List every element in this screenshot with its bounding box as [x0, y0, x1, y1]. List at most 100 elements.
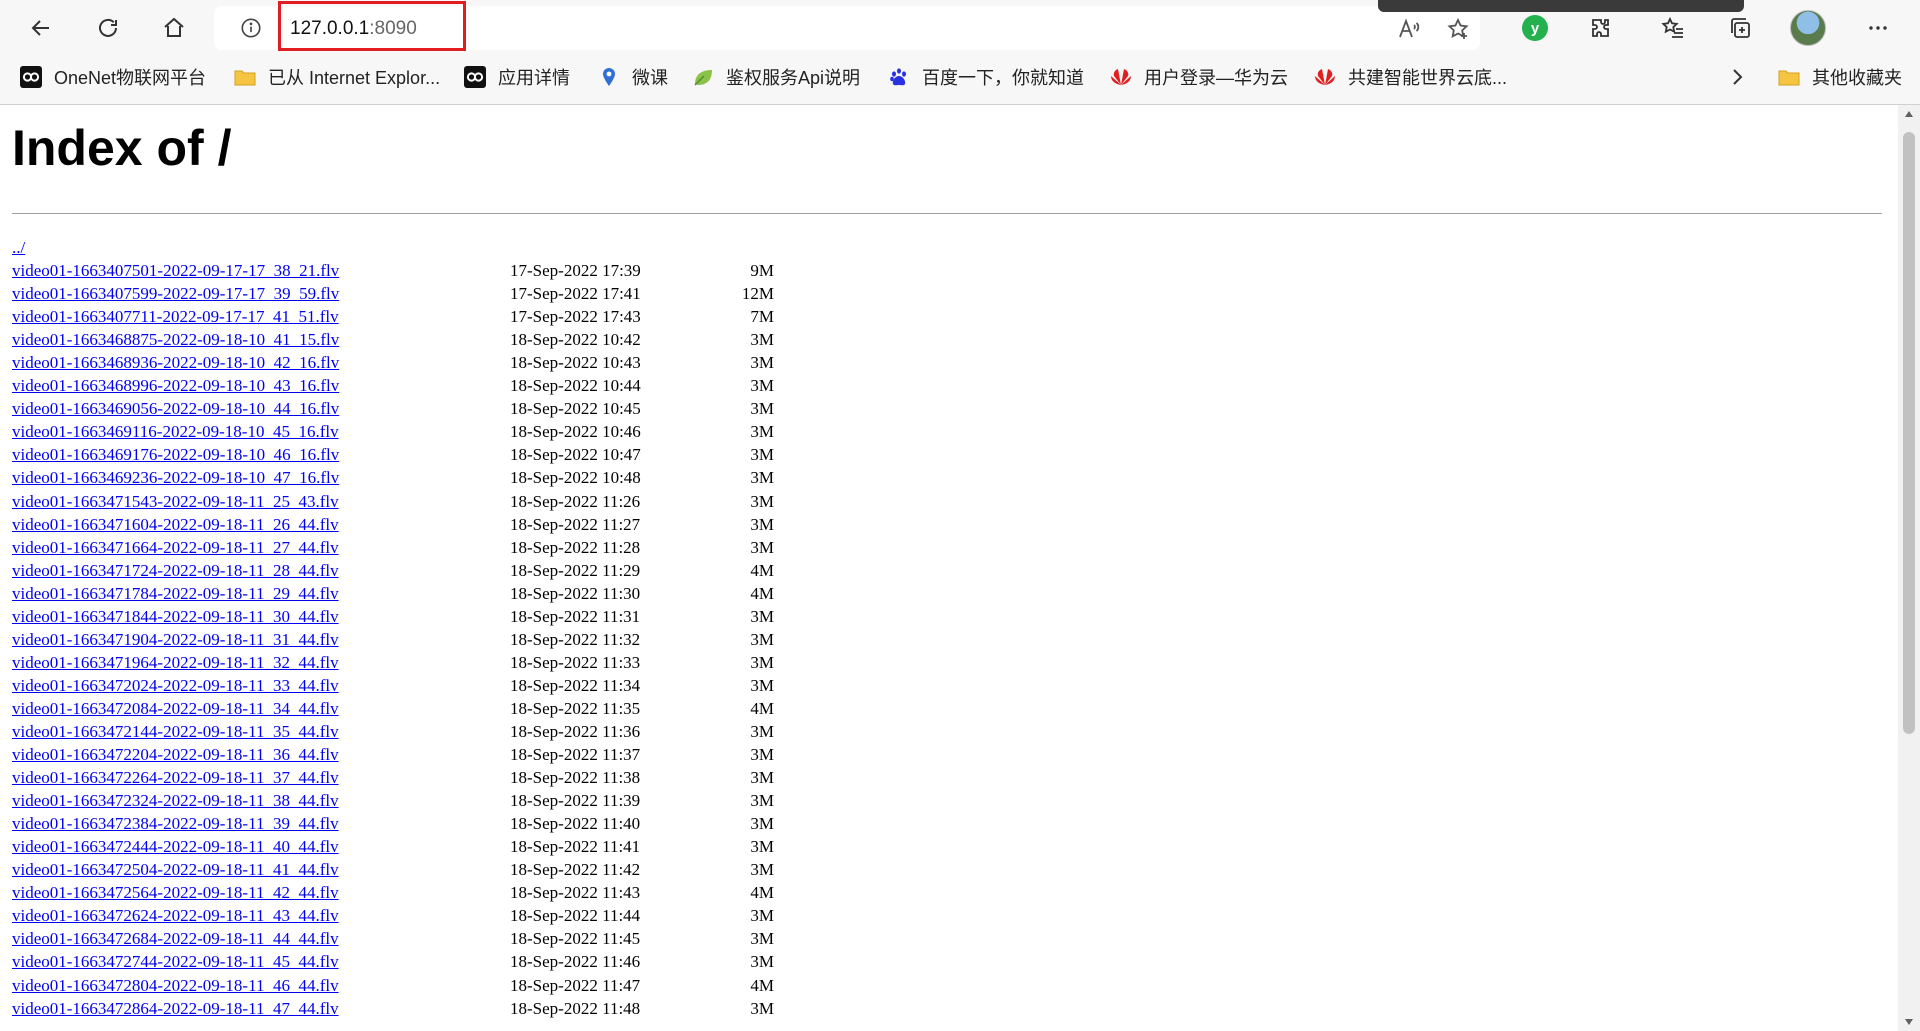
collections-button[interactable]: [1721, 9, 1759, 47]
scroll-up-button[interactable]: [1898, 105, 1920, 123]
file-row: video01-1663469176-2022-09-18-10_46_16.f…: [12, 443, 774, 466]
file-link[interactable]: video01-1663471664-2022-09-18-11_27_44.f…: [12, 538, 339, 557]
site-info-icon[interactable]: [240, 17, 262, 39]
file-link[interactable]: video01-1663472264-2022-09-18-11_37_44.f…: [12, 768, 339, 787]
more-dots-icon: [1869, 26, 1887, 30]
bookmark-ie-folder[interactable]: 已从 Internet Explor...: [234, 63, 440, 91]
file-row: video01-1663472744-2022-09-18-11_45_44.f…: [12, 950, 774, 973]
file-link[interactable]: video01-1663469176-2022-09-18-10_46_16.f…: [12, 445, 339, 464]
add-favorite-button[interactable]: [1443, 14, 1473, 44]
bookmark-label: 共建智能世界云底...: [1348, 68, 1508, 88]
arrow-left-icon: [31, 20, 49, 36]
file-date: 18-Sep-2022 11:29: [510, 560, 641, 580]
file-link[interactable]: video01-1663472384-2022-09-18-11_39_44.f…: [12, 814, 339, 833]
file-size: 3M: [750, 837, 774, 857]
file-row: video01-1663468936-2022-09-18-10_42_16.f…: [12, 351, 774, 374]
parent-directory-link[interactable]: ../: [12, 238, 25, 257]
file-row: video01-1663472444-2022-09-18-11_40_44.f…: [12, 835, 774, 858]
file-size: 3M: [750, 399, 774, 419]
file-link[interactable]: video01-1663471844-2022-09-18-11_30_44.f…: [12, 607, 339, 626]
file-size: 3M: [750, 814, 774, 834]
profile-button[interactable]: [1789, 9, 1827, 47]
file-date: 18-Sep-2022 11:30: [510, 583, 641, 603]
vertical-scrollbar[interactable]: [1898, 105, 1920, 1031]
file-link[interactable]: video01-1663468996-2022-09-18-10_43_16.f…: [12, 376, 339, 395]
file-link[interactable]: video01-1663407599-2022-09-17-17_39_59.f…: [12, 284, 339, 303]
file-link[interactable]: video01-1663472564-2022-09-18-11_42_44.f…: [12, 883, 339, 902]
refresh-icon: [99, 18, 117, 37]
file-link[interactable]: video01-1663468875-2022-09-18-10_41_15.f…: [12, 330, 339, 349]
file-date: 18-Sep-2022 11:35: [510, 698, 641, 718]
triangle-up-icon: [1905, 111, 1913, 117]
file-link[interactable]: video01-1663472504-2022-09-18-11_41_44.f…: [12, 860, 339, 879]
file-row: video01-1663471543-2022-09-18-11_25_43.f…: [12, 490, 774, 513]
reload-button[interactable]: [89, 9, 127, 47]
file-link[interactable]: video01-1663472024-2022-09-18-11_33_44.f…: [12, 676, 339, 695]
file-link[interactable]: video01-1663469116-2022-09-18-10_45_16.f…: [12, 422, 339, 441]
bookmark-weike[interactable]: 微课: [598, 63, 668, 91]
file-row: video01-1663469236-2022-09-18-10_47_16.f…: [12, 466, 774, 489]
file-link[interactable]: video01-1663471604-2022-09-18-11_26_44.f…: [12, 515, 339, 534]
scrollbar-thumb[interactable]: [1903, 132, 1915, 734]
file-date: 18-Sep-2022 11:32: [510, 629, 641, 649]
file-link[interactable]: video01-1663468936-2022-09-18-10_42_16.f…: [12, 353, 339, 372]
bookmark-onenet[interactable]: OneNet物联网平台: [20, 63, 206, 91]
bookmarks-overflow-button[interactable]: [1726, 63, 1748, 91]
more-menu-button[interactable]: [1859, 9, 1897, 47]
address-bar[interactable]: 127.0.0.1:8090: [214, 1, 1480, 51]
file-link[interactable]: video01-1663469056-2022-09-18-10_44_16.f…: [12, 399, 339, 418]
bookmark-baidu[interactable]: 百度一下，你就知道: [888, 63, 1084, 91]
url-text[interactable]: 127.0.0.1:8090: [290, 18, 417, 40]
file-size: 3M: [750, 606, 774, 626]
page-title: Index of /: [12, 120, 232, 176]
file-link[interactable]: video01-1663471904-2022-09-18-11_31_44.f…: [12, 630, 339, 649]
home-button[interactable]: [155, 9, 193, 47]
file-size: 3M: [750, 721, 774, 741]
file-link[interactable]: video01-1663472144-2022-09-18-11_35_44.f…: [12, 722, 339, 741]
extensions-button[interactable]: [1582, 9, 1620, 47]
file-link[interactable]: video01-1663469236-2022-09-18-10_47_16.f…: [12, 468, 339, 487]
bookmark-huawei-login[interactable]: 用户登录—华为云: [1110, 63, 1288, 91]
file-link[interactable]: video01-1663472684-2022-09-18-11_44_44.f…: [12, 929, 339, 948]
file-size: 3M: [750, 745, 774, 765]
file-link[interactable]: video01-1663471724-2022-09-18-11_28_44.f…: [12, 561, 339, 580]
file-link[interactable]: video01-1663472624-2022-09-18-11_43_44.f…: [12, 906, 339, 925]
file-link[interactable]: video01-1663471543-2022-09-18-11_25_43.f…: [12, 492, 339, 511]
other-favorites-folder[interactable]: 其他收藏夹: [1778, 63, 1902, 91]
file-date: 18-Sep-2022 11:43: [510, 883, 641, 903]
file-date: 18-Sep-2022 11:36: [510, 721, 641, 741]
read-aloud-button[interactable]: [1394, 14, 1424, 44]
file-link[interactable]: video01-1663472804-2022-09-18-11_46_44.f…: [12, 976, 339, 995]
read-aloud-icon: [1399, 18, 1420, 38]
bookmark-auth-api[interactable]: 鉴权服务Api说明: [692, 63, 860, 91]
back-button[interactable]: [22, 9, 60, 47]
file-link[interactable]: video01-1663472444-2022-09-18-11_40_44.f…: [12, 837, 339, 856]
file-link[interactable]: video01-1663407501-2022-09-17-17_38_21.f…: [12, 261, 339, 280]
favorites-button[interactable]: [1654, 9, 1692, 47]
scroll-down-button[interactable]: [1898, 1013, 1920, 1031]
file-link[interactable]: video01-1663472204-2022-09-18-11_36_44.f…: [12, 745, 339, 764]
file-row: video01-1663471724-2022-09-18-11_28_44.f…: [12, 559, 774, 582]
file-link[interactable]: video01-1663407711-2022-09-17-17_41_51.f…: [12, 307, 339, 326]
file-link[interactable]: video01-1663471784-2022-09-18-11_29_44.f…: [12, 584, 339, 603]
bookmark-label: 百度一下，你就知道: [922, 68, 1084, 88]
url-host: 127.0.0.1: [290, 18, 370, 39]
file-row: video01-1663472084-2022-09-18-11_34_44.f…: [12, 697, 774, 720]
bookmark-huawei-cloud[interactable]: 共建智能世界云底...: [1314, 63, 1507, 91]
bookmark-app-details[interactable]: 应用详情: [464, 63, 570, 91]
file-size: 3M: [750, 629, 774, 649]
file-link[interactable]: video01-1663472324-2022-09-18-11_38_44.f…: [12, 791, 339, 810]
file-size: 4M: [750, 883, 774, 903]
onenet-logo-icon: [464, 66, 486, 88]
file-link[interactable]: video01-1663472084-2022-09-18-11_34_44.f…: [12, 699, 339, 718]
extension-button[interactable]: y: [1516, 9, 1554, 47]
file-date: 18-Sep-2022 11:46: [510, 952, 641, 972]
file-link[interactable]: video01-1663472744-2022-09-18-11_45_44.f…: [12, 952, 339, 971]
file-link[interactable]: video01-1663471964-2022-09-18-11_32_44.f…: [12, 653, 339, 672]
file-size: 4M: [750, 560, 774, 580]
file-link[interactable]: video01-1663472864-2022-09-18-11_47_44.f…: [12, 999, 339, 1018]
file-row: video01-1663472384-2022-09-18-11_39_44.f…: [12, 812, 774, 835]
file-size: 4M: [750, 583, 774, 603]
file-date: 18-Sep-2022 11:45: [510, 929, 641, 949]
file-size: 7M: [750, 307, 774, 327]
